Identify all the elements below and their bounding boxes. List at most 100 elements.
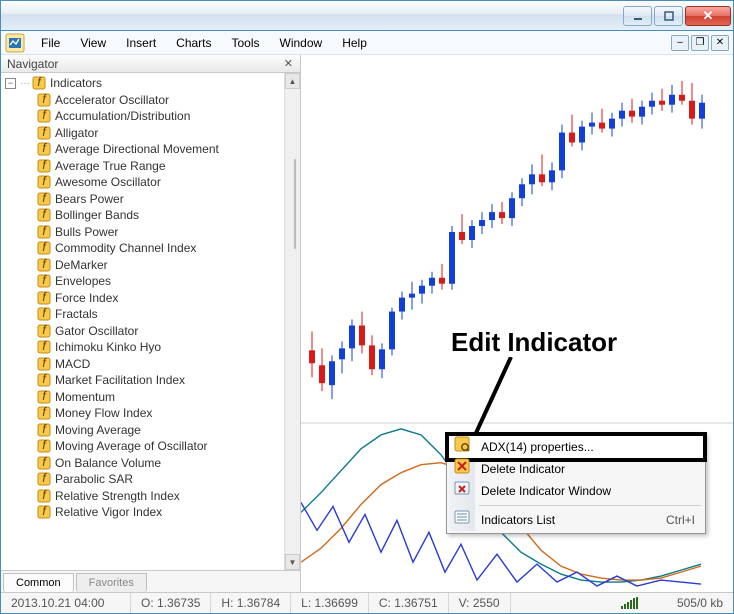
cm-delete-window[interactable]: Delete Indicator Window bbox=[449, 480, 703, 502]
list-item-label: Moving Average of Oscillator bbox=[55, 439, 208, 453]
cm-separator bbox=[479, 505, 701, 506]
list-item-label: On Balance Volume bbox=[55, 456, 161, 470]
list-item[interactable]: fAverage Directional Movement bbox=[5, 141, 284, 158]
list-item[interactable]: f Moving Average of Oscillator bbox=[5, 438, 284, 455]
delete-indicator-icon bbox=[454, 458, 470, 474]
list-item-label: Moving Average bbox=[55, 423, 141, 437]
scroll-down-icon[interactable]: ▼ bbox=[285, 554, 300, 570]
navigator-tree[interactable]: − ··· f Indicators f Accelerator Oscillat… bbox=[1, 73, 284, 570]
menu-window[interactable]: Window bbox=[270, 33, 333, 53]
list-item[interactable]: f Fractals bbox=[5, 306, 284, 323]
indicators-list-icon bbox=[454, 509, 470, 525]
tree-root-label: Indicators bbox=[50, 76, 102, 90]
menu-help[interactable]: Help bbox=[332, 33, 377, 53]
list-item-label: Accumulation/Distribution bbox=[55, 109, 190, 123]
list-item[interactable]: fAccumulation/Distribution bbox=[5, 108, 284, 125]
list-item-label: Average Directional Movement bbox=[55, 142, 219, 156]
list-item[interactable]: fRelative Strength Index bbox=[5, 488, 284, 505]
fx-icon: f bbox=[37, 241, 51, 255]
tab-favorites[interactable]: Favorites bbox=[76, 573, 147, 592]
list-item-label: Gator Oscillator bbox=[55, 324, 138, 338]
fx-icon: f bbox=[37, 439, 51, 453]
list-item[interactable]: fParabolic SAR bbox=[5, 471, 284, 488]
list-item[interactable]: fMoney Flow Index bbox=[5, 405, 284, 422]
fx-icon: f bbox=[37, 208, 51, 222]
fx-icon: f bbox=[37, 423, 51, 437]
list-item-label: Alligator bbox=[55, 126, 98, 140]
list-item[interactable]: fMarket Facilitation Index bbox=[5, 372, 284, 389]
list-item[interactable]: f Envelopes bbox=[5, 273, 284, 290]
list-item[interactable]: fDeMarker bbox=[5, 257, 284, 274]
navigator-scrollbar[interactable]: ▲ ▼ bbox=[284, 73, 300, 570]
body: Navigator ✕ − ··· f Indicators f Accelera… bbox=[1, 55, 733, 592]
list-item[interactable]: f Bollinger Bands bbox=[5, 207, 284, 224]
mdi-close-button[interactable]: ✕ bbox=[711, 35, 729, 51]
scroll-thumb[interactable] bbox=[294, 159, 296, 249]
list-item[interactable]: f Accelerator Oscillator bbox=[5, 92, 284, 109]
fx-icon: f bbox=[37, 307, 51, 321]
menu-charts[interactable]: Charts bbox=[166, 33, 221, 53]
mdi-restore-button[interactable]: ❐ bbox=[691, 35, 709, 51]
menu-file[interactable]: File bbox=[31, 33, 70, 53]
list-item-label: Bulls Power bbox=[55, 225, 118, 239]
fx-icon: f bbox=[37, 373, 51, 387]
list-item-label: Relative Vigor Index bbox=[55, 505, 162, 519]
fx-icon: f bbox=[37, 489, 51, 503]
list-item[interactable]: fBears Power bbox=[5, 191, 284, 208]
folder-fx-icon: f bbox=[32, 76, 46, 90]
list-item[interactable]: f Moving Average bbox=[5, 422, 284, 439]
chart-area[interactable]: Edit Indicator ADX(14) properties... Del… bbox=[301, 55, 733, 592]
list-item[interactable]: fMomentum bbox=[5, 389, 284, 406]
properties-icon bbox=[454, 436, 470, 452]
maximize-button[interactable] bbox=[654, 6, 683, 26]
list-item[interactable]: fForce Index bbox=[5, 290, 284, 307]
list-item[interactable]: fAverage True Range bbox=[5, 158, 284, 175]
navigator-title: Navigator bbox=[7, 57, 58, 71]
list-item-label: Fractals bbox=[55, 307, 98, 321]
status-connection: 505/0 kb bbox=[677, 596, 733, 610]
cm-indicators-list[interactable]: Indicators List Ctrl+I bbox=[449, 509, 703, 531]
cm-properties[interactable]: ADX(14) properties... bbox=[449, 436, 703, 458]
fx-icon: f bbox=[37, 93, 51, 107]
list-item[interactable]: fAwesome Oscillator bbox=[5, 174, 284, 191]
fx-icon: f bbox=[37, 274, 51, 288]
menu-insert[interactable]: Insert bbox=[116, 33, 166, 53]
tree-root-indicators[interactable]: − ··· f Indicators bbox=[5, 75, 284, 92]
fx-icon: f bbox=[37, 175, 51, 189]
list-item[interactable]: fBulls Power bbox=[5, 224, 284, 241]
minimize-button[interactable] bbox=[623, 6, 652, 26]
close-button[interactable]: ✕ bbox=[685, 6, 731, 26]
list-item[interactable]: fOn Balance Volume bbox=[5, 455, 284, 472]
list-item[interactable]: fAlligator bbox=[5, 125, 284, 142]
cm-indicators-list-label: Indicators List bbox=[481, 513, 555, 527]
list-item[interactable]: fGator Oscillator bbox=[5, 323, 284, 340]
navigator-close-icon[interactable]: ✕ bbox=[281, 57, 296, 70]
menu-view[interactable]: View bbox=[70, 33, 116, 53]
list-item-label: Bollinger Bands bbox=[55, 208, 139, 222]
fx-icon: f bbox=[37, 291, 51, 305]
fx-icon: f bbox=[37, 192, 51, 206]
tab-common[interactable]: Common bbox=[3, 573, 74, 592]
navigator-header: Navigator ✕ bbox=[1, 55, 300, 73]
list-item[interactable]: f MACD bbox=[5, 356, 284, 373]
fx-icon: f bbox=[37, 357, 51, 371]
menubar: File View Insert Charts Tools Window Hel… bbox=[1, 31, 733, 55]
list-item[interactable]: fIchimoku Kinko Hyo bbox=[5, 339, 284, 356]
list-item-label: MACD bbox=[55, 357, 90, 371]
mdi-minimize-button[interactable]: ‒ bbox=[671, 35, 689, 51]
connection-bars-icon bbox=[621, 597, 671, 609]
app-window: ✕ File View Insert Charts Tools Window H… bbox=[0, 0, 734, 614]
list-item[interactable]: fRelative Vigor Index bbox=[5, 504, 284, 521]
list-item-label: Accelerator Oscillator bbox=[55, 93, 169, 107]
app-icon bbox=[5, 33, 25, 53]
cm-delete-window-label: Delete Indicator Window bbox=[481, 484, 611, 498]
scroll-up-icon[interactable]: ▲ bbox=[285, 73, 300, 89]
cm-properties-label: ADX(14) properties... bbox=[481, 440, 594, 454]
fx-icon: f bbox=[37, 472, 51, 486]
cm-delete-indicator[interactable]: Delete Indicator bbox=[449, 458, 703, 480]
menu-tools[interactable]: Tools bbox=[222, 33, 270, 53]
list-item[interactable]: fCommodity Channel Index bbox=[5, 240, 284, 257]
list-item-label: Envelopes bbox=[55, 274, 111, 288]
fx-icon: f bbox=[37, 406, 51, 420]
tree-collapse-icon[interactable]: − bbox=[5, 78, 16, 89]
